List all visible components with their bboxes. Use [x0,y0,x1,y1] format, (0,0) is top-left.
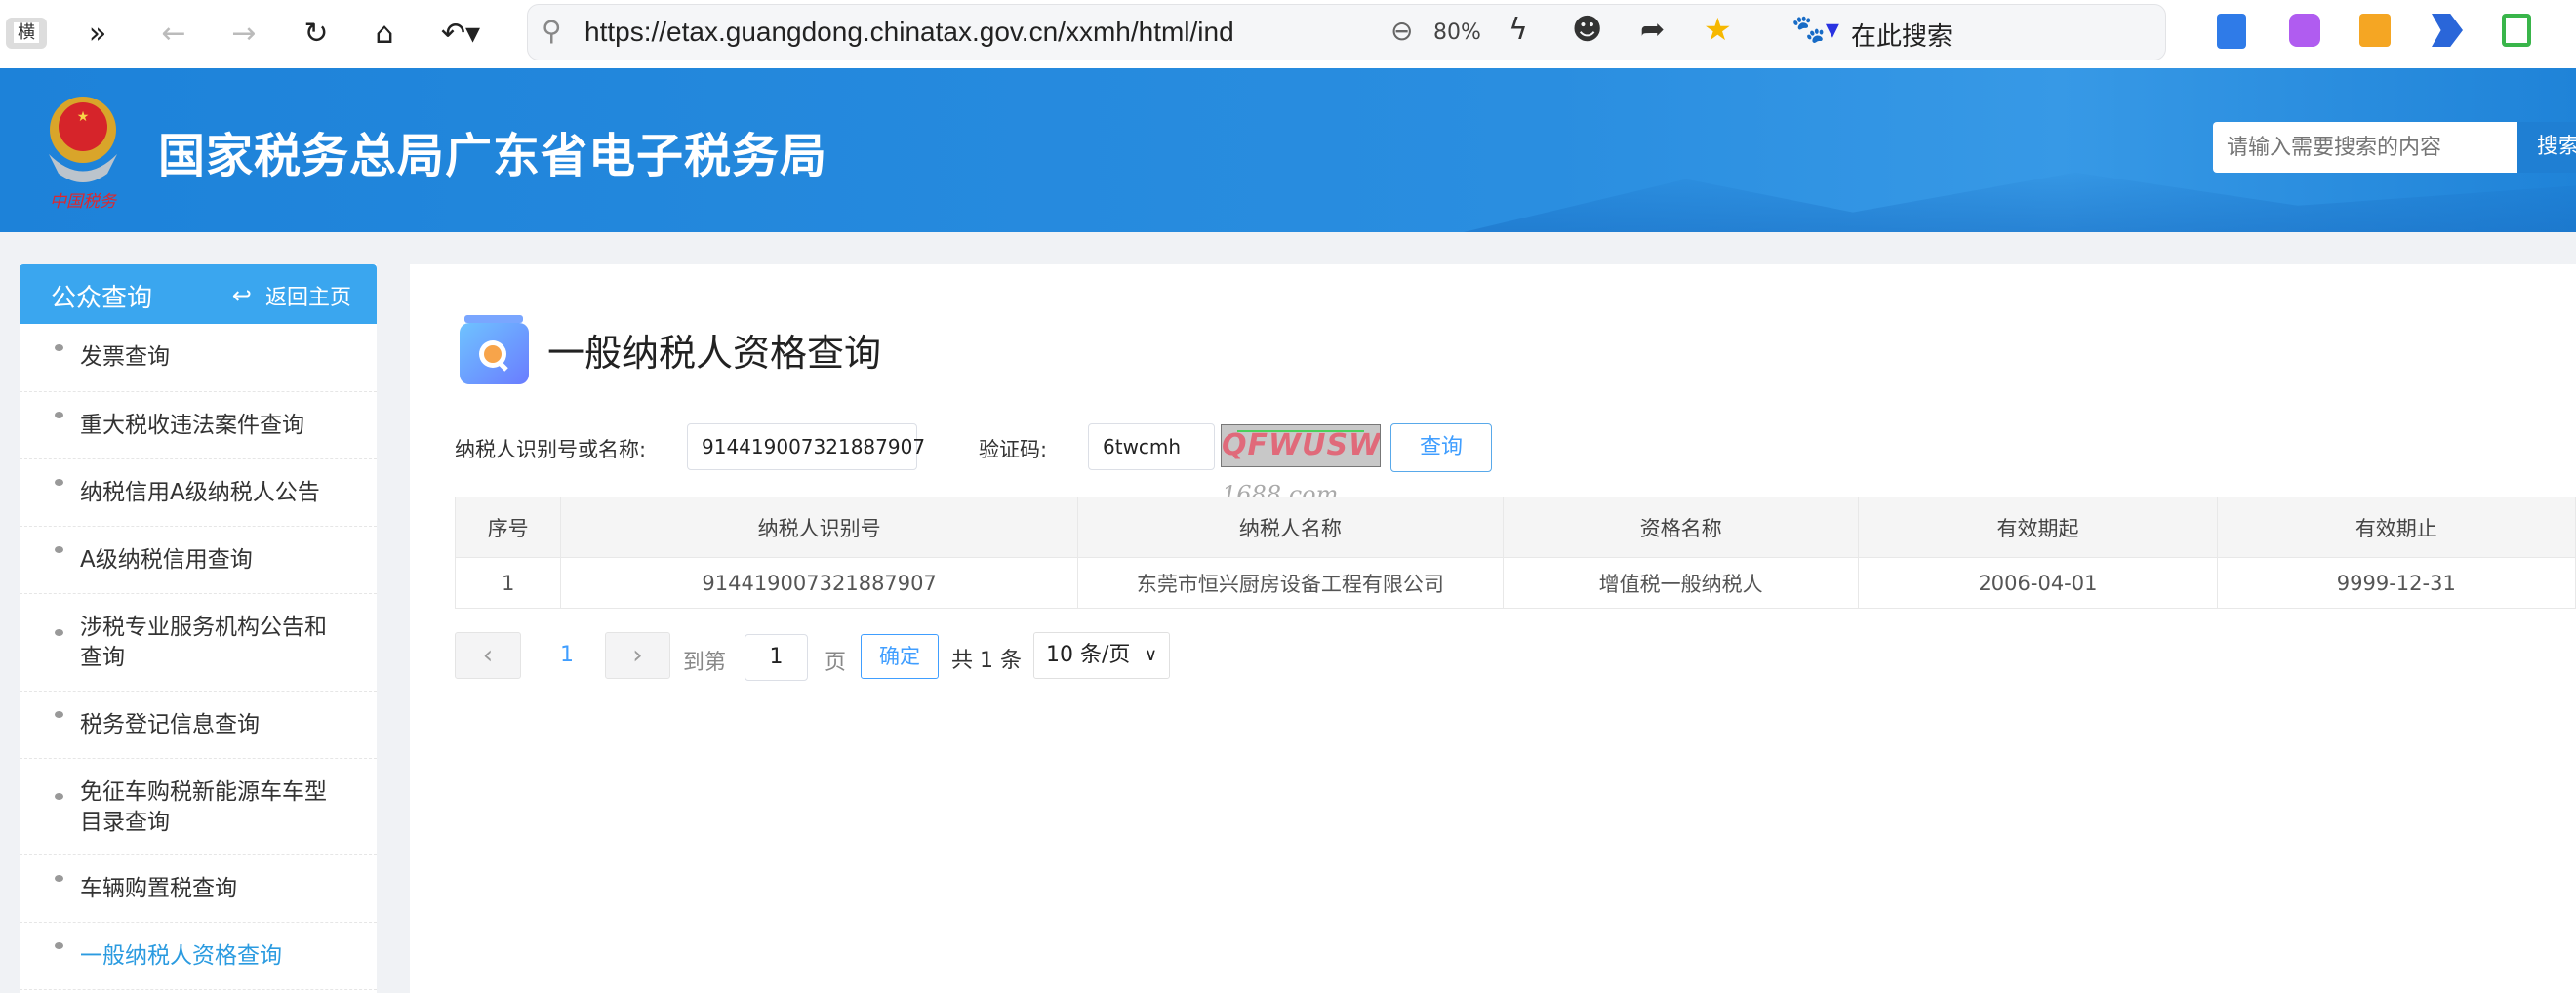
browser-toolbar: 横 » ← → ↻ ⌂ ↶▾ ⚲ https://etax.guangdong.… [0,0,2576,68]
sidebar-item-vehicle-tax[interactable]: 车辆购置税查询 [20,855,377,923]
svg-text:中国税务: 中国税务 [50,192,118,212]
reader-face-icon[interactable]: ☻ [1572,13,1602,47]
goto-page-input[interactable]: 1 [745,634,808,681]
favorite-star-icon[interactable]: ★ [1704,11,1732,48]
site-search-input[interactable] [2213,122,2517,173]
col-valid-to: 有效期止 [2216,496,2576,558]
chevron-left-icon: ‹ [482,641,494,670]
col-taxpayer-name: 纳税人名称 [1076,496,1504,558]
table-header-row: 序号 纳税人识别号 纳税人名称 资格名称 有效期起 有效期止 [454,496,2576,558]
total-count: 共 1 条 [951,649,1022,673]
sidebar-item-a-level-notice[interactable]: 纳税信用A级纳税人公告 [20,459,377,527]
sidebar-item-registration-info[interactable]: 税务登记信息查询 [20,692,377,759]
cell-taxpayer-id: 914419007321887907 [560,557,1078,609]
taxpayer-id-input[interactable]: 914419007321887907 [687,423,925,470]
col-qualification: 资格名称 [1502,496,1860,558]
puzzle-extension-icon[interactable] [2502,14,2531,47]
site-banner: ★ 中国税务 国家税务总局广东省电子税务局 搜索 [0,68,2576,232]
ime-indicator: 横 [6,18,47,49]
cell-qualification: 增值税一般纳税人 [1502,557,1860,609]
sidebar-item-tax-service-agency[interactable]: 涉税专业服务机构公告和查询 [20,594,377,692]
sidebar-item-a-level-credit[interactable]: A级纳税信用查询 [20,527,377,594]
tax-emblem-logo: ★ 中国税务 [49,97,118,212]
cell-index: 1 [454,557,562,609]
sidebar-header: 公众查询 ↩ 返回主页 [20,264,377,324]
search-icon: ⚲ [542,15,562,47]
cell-valid-to: 9999-12-31 [2216,557,2576,609]
arrow-extension-icon[interactable] [2432,14,2463,47]
next-page-button[interactable]: › [605,632,670,679]
col-valid-from: 有效期起 [1858,496,2218,558]
sidebar-item-invoice-query[interactable]: 发票查询 [20,324,377,392]
captcha-input[interactable]: 6twcmh [1088,423,1215,470]
forward-icon[interactable]: → [222,12,265,55]
chevron-right-icon: › [632,641,643,670]
zoom-level[interactable]: 80% [1433,20,1481,45]
mountain-decoration [1464,172,2576,232]
share-icon[interactable]: ➦ [1640,13,1665,47]
back-icon[interactable]: ← [152,12,195,55]
more-chevrons-icon[interactable]: » [76,12,119,55]
col-taxpayer-id: 纳税人识别号 [560,496,1078,558]
goto-label: 到第 [683,651,727,675]
results-table: 序号 纳税人识别号 纳税人名称 资格名称 有效期起 有效期止 1 9144190… [454,496,2576,609]
zoom-out-icon[interactable]: ⊖ [1390,15,1413,47]
site-title: 国家税务总局广东省电子税务局 [158,129,828,183]
baidu-paw-icon[interactable]: 🐾▾ [1791,13,1839,45]
undo-close-tab-icon[interactable]: ↶▾ [439,12,482,55]
main-panel: 一般纳税人资格查询 纳税人识别号或名称: 914419007321887907 … [410,264,2576,993]
col-index: 序号 [454,496,562,558]
browser-search-label[interactable]: 在此搜索 [1851,17,1952,53]
query-button[interactable]: 查询 [1390,423,1492,472]
page-title: 一般纳税人资格查询 [547,332,882,375]
url-text[interactable]: https://etax.guangdong.chinatax.gov.cn/x… [584,17,1234,48]
page-unit-label: 页 [825,651,847,675]
page-number-current[interactable]: 1 [560,643,574,667]
sidebar-title: 公众查询 [51,284,153,313]
site-search-button[interactable]: 搜索 [2517,122,2576,173]
chevron-down-icon: ∨ [1144,645,1157,665]
sidebar-item-tax-violation[interactable]: 重大税收违法案件查询 [20,392,377,459]
cell-valid-from: 2006-04-01 [1858,557,2218,609]
back-home-button[interactable]: ↩ 返回主页 [232,280,351,311]
site-search-field[interactable] [2213,122,2517,173]
edit-extension-icon[interactable] [2289,14,2320,47]
folder-extension-icon[interactable] [2359,14,2391,47]
goto-confirm-button[interactable]: 确定 [861,634,939,679]
captcha-label: 验证码: [979,438,1048,461]
page-size-select[interactable]: 10 条/页 ∨ [1033,632,1170,679]
lightning-icon[interactable]: ϟ [1509,13,1528,47]
sidebar-item-nev-catalog[interactable]: 免征车购税新能源车车型目录查询 [20,759,377,855]
reply-arrow-icon: ↩ [231,282,252,309]
home-icon[interactable]: ⌂ [363,12,406,55]
captcha-image[interactable]: QFWUSW [1221,424,1381,467]
table-row: 1 914419007321887907 东莞市恒兴厨房设备工程有限公司 增值税… [454,557,2576,609]
reload-icon[interactable]: ↻ [295,12,338,55]
back-home-label: 返回主页 [264,286,351,310]
sidebar: 公众查询 ↩ 返回主页 发票查询 重大税收违法案件查询 纳税信用A级纳税人公告 … [20,264,377,993]
prev-page-button[interactable]: ‹ [455,632,521,679]
address-bar[interactable]: ⚲ https://etax.guangdong.chinatax.gov.cn… [527,4,2166,60]
taxpayer-id-label: 纳税人识别号或名称: [455,438,647,461]
sidebar-item-general-taxpayer[interactable]: 一般纳税人资格查询 [20,923,377,990]
cell-taxpayer-name: 东莞市恒兴厨房设备工程有限公司 [1076,557,1504,609]
svg-text:★: ★ [77,109,90,125]
query-document-icon [460,315,529,384]
translate-extension-icon[interactable] [2217,14,2246,49]
